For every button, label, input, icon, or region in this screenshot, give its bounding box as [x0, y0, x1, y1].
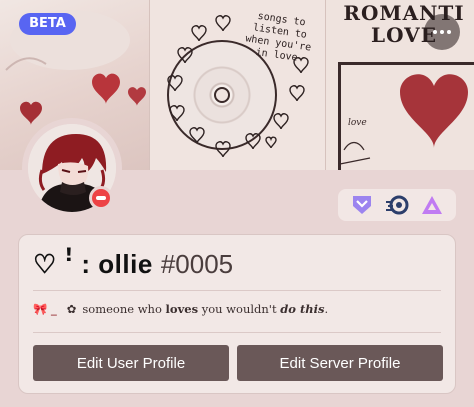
bio-text: someone who	[82, 302, 166, 316]
nitro-boost-badge-icon[interactable]	[385, 193, 409, 217]
flower-icon: ✿	[66, 302, 77, 316]
bio-text: you wouldn't	[198, 302, 281, 316]
discriminator: #0005	[160, 249, 234, 279]
more-dots-icon	[433, 30, 437, 34]
about-me-bio: 🎀 _ ✿ someone who loves you wouldn't do …	[33, 299, 443, 319]
bio-text: .	[324, 302, 329, 316]
beta-badge: BETA	[19, 13, 76, 35]
bio-bold-italic: do this	[280, 302, 325, 316]
bio-bold: loves	[165, 302, 199, 316]
romantic-heart-illustration	[339, 74, 468, 165]
badge-list	[338, 189, 456, 221]
status-indicator	[89, 186, 113, 210]
profile-card: ♡ ꜝ : ollie #0005 🎀 _ ✿ someone who love…	[18, 234, 456, 394]
do-not-disturb-icon	[92, 189, 110, 207]
dnd-bar	[96, 196, 106, 200]
more-dots-icon	[440, 30, 444, 34]
username-row: ♡ ꜝ : ollie #0005	[33, 249, 233, 283]
more-dots-icon	[447, 30, 451, 34]
hypesquad-bravery-badge-icon[interactable]	[350, 193, 374, 217]
display-name[interactable]: ♡ ꜝ : ollie	[33, 249, 153, 280]
divider	[33, 290, 441, 291]
nitro-triangle-badge-icon[interactable]	[420, 193, 444, 217]
more-options-button[interactable]	[424, 14, 460, 50]
divider	[33, 332, 441, 333]
edit-user-profile-button[interactable]: Edit User Profile	[33, 345, 229, 381]
bio-prefix: 🎀 _	[33, 302, 57, 316]
edit-server-profile-button[interactable]: Edit Server Profile	[237, 345, 443, 381]
love-script-text: love	[348, 118, 367, 128]
